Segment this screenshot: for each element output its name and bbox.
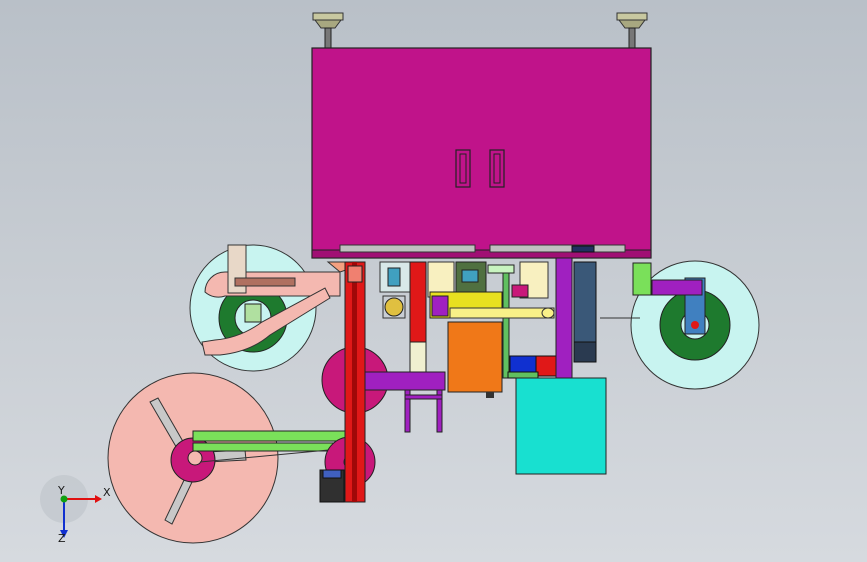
- y-axis-label: Y: [58, 484, 65, 497]
- x-axis-label: X: [103, 486, 111, 499]
- coordinate-triad: [40, 475, 102, 538]
- cad-viewport[interactable]: X Y Z: [0, 0, 867, 562]
- z-axis-label: Z: [58, 532, 66, 545]
